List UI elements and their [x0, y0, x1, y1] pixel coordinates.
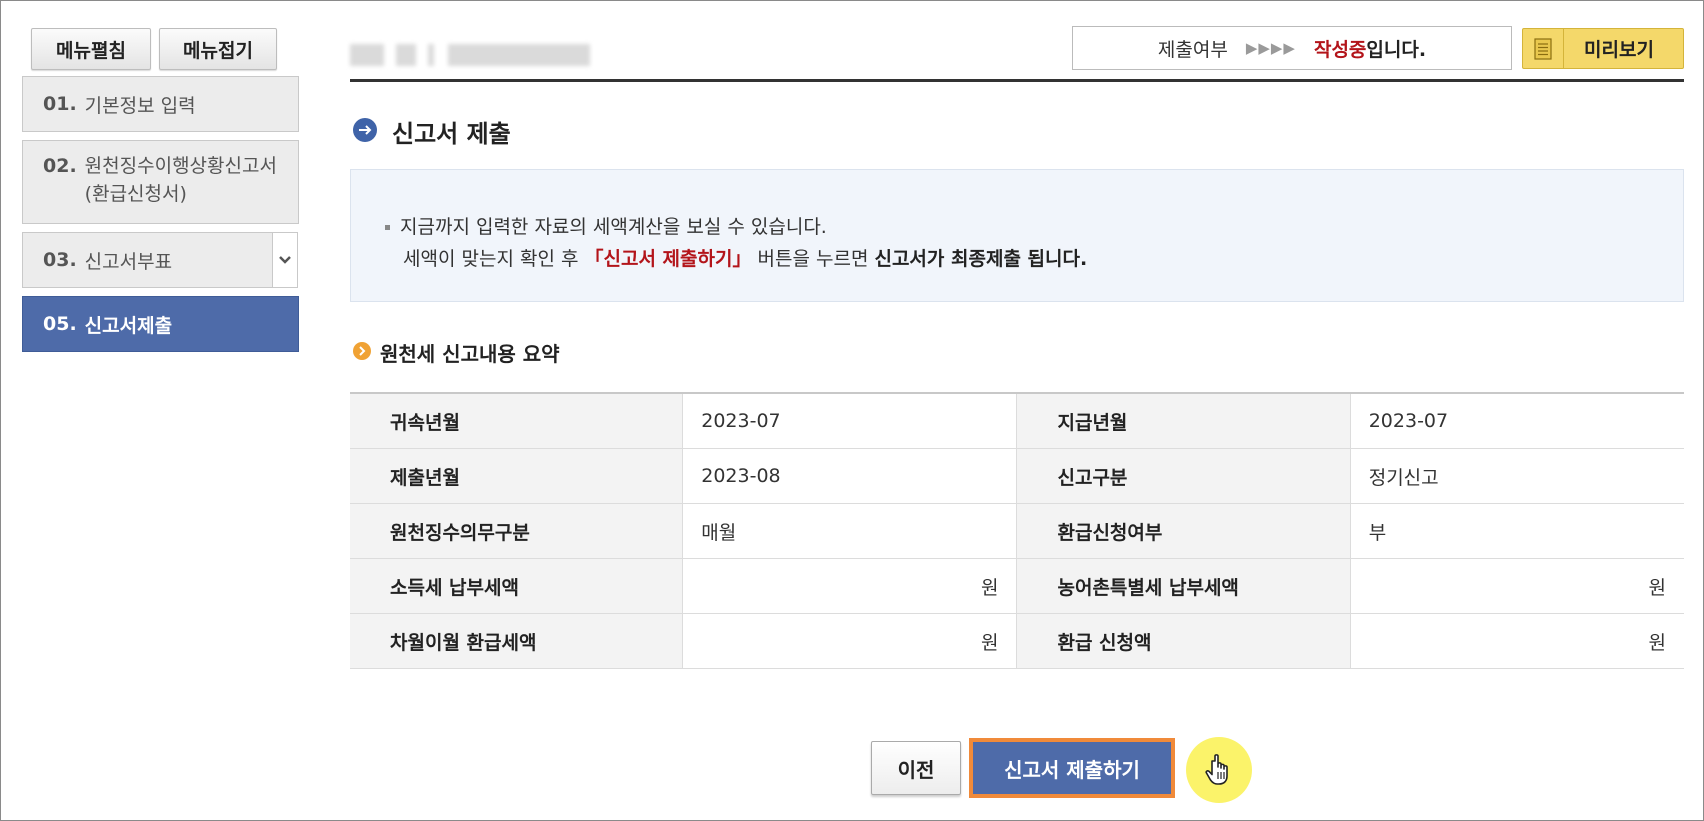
sidebar-item-label: 기본정보 입력: [84, 94, 196, 117]
summary-title-text: 원천세 신고내용 요약: [380, 342, 560, 366]
sidebar-item-label: 신고서제출: [84, 314, 173, 337]
info-line-2: 세액이 맞는지 확인 후 「신고서 제출하기」 버튼을 누르면 신고서가 최종제…: [403, 244, 1087, 271]
table-value: 매월: [682, 503, 1018, 559]
table-row: 차월이월 환급세액 원 환급 신청액 원: [350, 613, 1684, 669]
info-emphasis: 신고서가 최종제출 됩니다.: [874, 248, 1088, 270]
table-label: 귀속년월: [350, 393, 683, 449]
table-row: 제출년월 2023-08 신고구분 정기신고: [350, 448, 1684, 504]
section-title-text: 신고서 제출: [392, 120, 511, 148]
redacted-text: [428, 44, 434, 66]
document-icon: [1523, 29, 1564, 68]
sidebar-item-number: 03.: [43, 249, 77, 271]
summary-title: 원천세 신고내용 요약: [352, 338, 560, 367]
sidebar-item-submit[interactable]: 05. 신고서제출: [22, 296, 299, 352]
info-text: 세액이 맞는지 확인 후: [403, 248, 585, 270]
status-label: 제출여부: [1157, 38, 1228, 61]
menu-collapse-button[interactable]: 메뉴접기: [159, 28, 277, 70]
redacted-text: [396, 44, 416, 66]
status-value: 작성중: [1313, 38, 1367, 61]
sidebar-item-withholding-report[interactable]: 02. 원천징수이행상황신고서(환급신청서): [22, 140, 299, 224]
table-value: 2023-07: [682, 393, 1018, 449]
table-row: 소득세 납부세액 원 농어촌특별세 납부세액 원: [350, 558, 1684, 614]
table-label: 차월이월 환급세액: [350, 613, 683, 669]
info-text: 지금까지 입력한 자료의 세액계산을 보실 수 있습니다.: [400, 216, 827, 238]
info-line-1: 지금까지 입력한 자료의 세액계산을 보실 수 있습니다.: [385, 212, 827, 239]
table-label: 지급년월: [1016, 393, 1351, 449]
table-value: 부: [1349, 503, 1684, 559]
header-divider: [350, 79, 1684, 82]
chevron-right-circle-icon: [352, 341, 372, 365]
sidebar-item-number: 01.: [43, 93, 77, 115]
info-notice: 지금까지 입력한 자료의 세액계산을 보실 수 있습니다. 세액이 맞는지 확인…: [350, 169, 1684, 302]
sidebar-item-basic-info[interactable]: 01. 기본정보 입력: [22, 76, 299, 132]
table-row: 귀속년월 2023-07 지급년월 2023-07: [350, 393, 1684, 449]
sidebar-item-label: 원천징수이행상황신고서(환급신청서): [84, 155, 277, 205]
table-value: 원: [682, 558, 1018, 614]
table-value: 정기신고: [1349, 448, 1684, 504]
redacted-text: [350, 44, 384, 66]
table-value: 원: [682, 613, 1018, 669]
redacted-text: [448, 44, 590, 66]
table-label: 원천징수의무구분: [350, 503, 683, 559]
preview-label: 미리보기: [1584, 39, 1654, 61]
sidebar-item-number: 05.: [43, 313, 77, 335]
status-arrows: ▶▶▶▶: [1245, 39, 1296, 57]
table-value: 2023-07: [1349, 393, 1684, 449]
section-title: 신고서 제출: [352, 114, 511, 149]
hand-pointer-icon: [1186, 737, 1252, 803]
table-label: 제출년월: [350, 448, 683, 504]
submission-status: 제출여부 ▶▶▶▶ 작성중 입니다.: [1072, 26, 1512, 70]
table-value: 2023-08: [682, 448, 1018, 504]
arrow-right-circle-icon: [352, 117, 378, 147]
status-suffix: 입니다.: [1366, 38, 1427, 61]
preview-button[interactable]: 미리보기: [1522, 28, 1684, 69]
submit-report-button[interactable]: 신고서 제출하기: [969, 738, 1175, 798]
table-label: 환급신청여부: [1016, 503, 1351, 559]
table-label: 농어촌특별세 납부세액: [1016, 558, 1351, 614]
info-highlight: 「신고서 제출하기」: [584, 248, 752, 270]
sidebar-item-label: 신고서부표: [84, 250, 173, 273]
menu-expand-button[interactable]: 메뉴펼침: [31, 28, 151, 70]
table-row: 원천징수의무구분 매월 환급신청여부 부: [350, 503, 1684, 559]
chevron-down-icon[interactable]: [272, 232, 298, 288]
table-label: 환급 신청액: [1016, 613, 1351, 669]
prev-button[interactable]: 이전: [871, 741, 961, 795]
table-value: 원: [1349, 558, 1684, 614]
info-text: 버튼을 누르면: [751, 248, 875, 270]
sidebar-item-attachments[interactable]: 03. 신고서부표: [22, 232, 273, 288]
sidebar-item-number: 02.: [43, 155, 77, 177]
table-label: 신고구분: [1016, 448, 1351, 504]
table-label: 소득세 납부세액: [350, 558, 683, 614]
table-value: 원: [1349, 613, 1684, 669]
bullet-icon: [385, 225, 390, 230]
summary-table: 귀속년월 2023-07 지급년월 2023-07 제출년월 2023-08 신…: [350, 392, 1684, 669]
